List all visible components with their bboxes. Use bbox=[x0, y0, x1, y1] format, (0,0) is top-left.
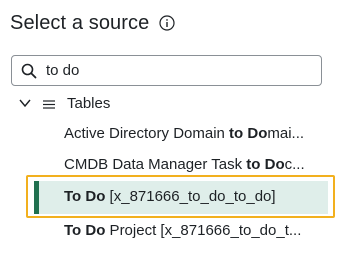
list-item-text: mai... bbox=[267, 125, 305, 142]
match-text: Do bbox=[85, 222, 106, 239]
match-text: Do bbox=[85, 188, 106, 205]
chevron-down-icon[interactable] bbox=[18, 96, 32, 110]
list-icon bbox=[43, 97, 55, 109]
info-icon[interactable] bbox=[159, 15, 175, 31]
selection-indicator bbox=[34, 181, 39, 214]
match-text: To bbox=[64, 222, 82, 239]
search-box[interactable] bbox=[11, 55, 322, 86]
match-text: Do bbox=[247, 125, 268, 142]
search-icon bbox=[21, 63, 37, 79]
match-text: Do bbox=[264, 156, 285, 173]
search-input[interactable] bbox=[46, 59, 316, 81]
list-item-text: Active Directory Domain bbox=[64, 125, 230, 142]
page-title: Select a source bbox=[10, 11, 150, 34]
list-item[interactable]: Active Directory Domain to Domai... bbox=[64, 123, 326, 145]
list-item[interactable]: CMDB Data Manager Task to Doc... bbox=[64, 154, 326, 176]
list-item-text: c... bbox=[284, 156, 305, 173]
list-item-selected[interactable]: To Do [x_871666_to_do_to_do] bbox=[64, 186, 326, 208]
tree-group-label: Tables bbox=[67, 94, 111, 112]
header: Select a source bbox=[10, 10, 175, 36]
list-item-text: [x_871666_to_do_to_do] bbox=[105, 188, 276, 205]
match-text: to bbox=[229, 125, 244, 142]
match-text: To bbox=[64, 188, 82, 205]
tree-group-tables[interactable]: Tables bbox=[18, 92, 110, 114]
match-text: to bbox=[246, 156, 261, 173]
list-item-text: Project [x_871666_to_do_t... bbox=[105, 222, 302, 239]
list-item[interactable]: To Do Project [x_871666_to_do_t... bbox=[64, 220, 326, 242]
list-item-text: CMDB Data Manager Task bbox=[64, 156, 247, 173]
